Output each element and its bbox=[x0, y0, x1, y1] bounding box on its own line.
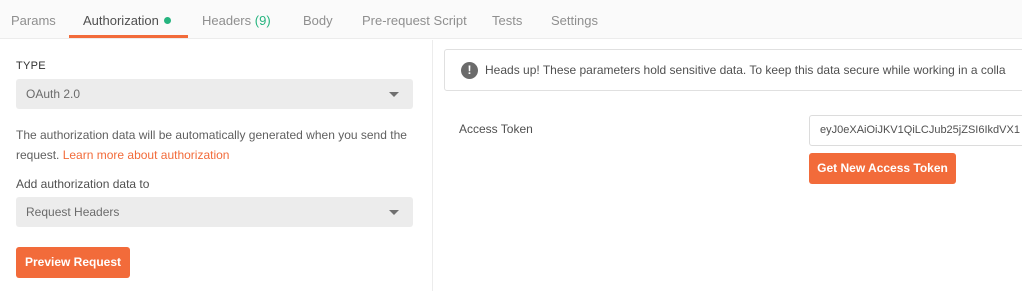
tab-headers[interactable]: Headers (9) bbox=[202, 0, 271, 39]
tab-tests[interactable]: Tests bbox=[492, 0, 522, 39]
sensitive-data-alert: ! Heads up! These parameters hold sensit… bbox=[444, 49, 1022, 91]
status-dot-icon bbox=[163, 17, 171, 24]
add-to-select[interactable]: Request Headers bbox=[16, 197, 413, 227]
auth-type-value: OAuth 2.0 bbox=[26, 87, 81, 101]
active-tab-indicator bbox=[69, 35, 188, 38]
info-circle-icon: ! bbox=[461, 62, 478, 79]
tab-label: Headers bbox=[202, 13, 252, 28]
get-new-access-token-button[interactable]: Get New Access Token bbox=[809, 153, 956, 184]
alert-text: Heads up! These parameters hold sensitiv… bbox=[485, 63, 1006, 77]
auth-config-panel: ! Heads up! These parameters hold sensit… bbox=[434, 40, 1022, 291]
add-to-value: Request Headers bbox=[26, 205, 120, 219]
tab-label: Body bbox=[303, 13, 333, 28]
access-token-input[interactable]: eyJ0eXAiOiJKV1QiLCJub25jZSI6IkdVX1 bbox=[809, 115, 1022, 146]
learn-more-link[interactable]: Learn more about authorization bbox=[63, 148, 230, 162]
tab-label: Authorization bbox=[83, 13, 159, 28]
tab-label: Settings bbox=[551, 13, 598, 28]
chevron-down-icon bbox=[389, 210, 399, 215]
tab-pre-request-script[interactable]: Pre-request Script bbox=[362, 0, 467, 39]
tab-authorization[interactable]: Authorization bbox=[83, 0, 171, 39]
preview-request-button[interactable]: Preview Request bbox=[16, 247, 130, 278]
headers-count-badge: (9) bbox=[254, 13, 271, 28]
tab-settings[interactable]: Settings bbox=[551, 0, 598, 39]
tab-label: Pre-request Script bbox=[362, 13, 467, 28]
auth-type-panel: TYPE OAuth 2.0 The authorization data wi… bbox=[0, 40, 433, 291]
tab-bar: Params Authorization Headers (9) Body Pr… bbox=[0, 0, 1022, 39]
tab-label: Tests bbox=[492, 13, 523, 28]
access-token-label: Access Token bbox=[459, 122, 533, 136]
tab-params[interactable]: Params bbox=[11, 0, 56, 39]
chevron-down-icon bbox=[389, 92, 399, 97]
type-label: TYPE bbox=[16, 60, 46, 72]
auth-type-select[interactable]: OAuth 2.0 bbox=[16, 79, 413, 109]
tab-body[interactable]: Body bbox=[303, 0, 333, 39]
add-to-label: Add authorization data to bbox=[16, 177, 150, 191]
tab-label: Params bbox=[11, 13, 56, 28]
auth-description: The authorization data will be automatic… bbox=[16, 125, 421, 165]
